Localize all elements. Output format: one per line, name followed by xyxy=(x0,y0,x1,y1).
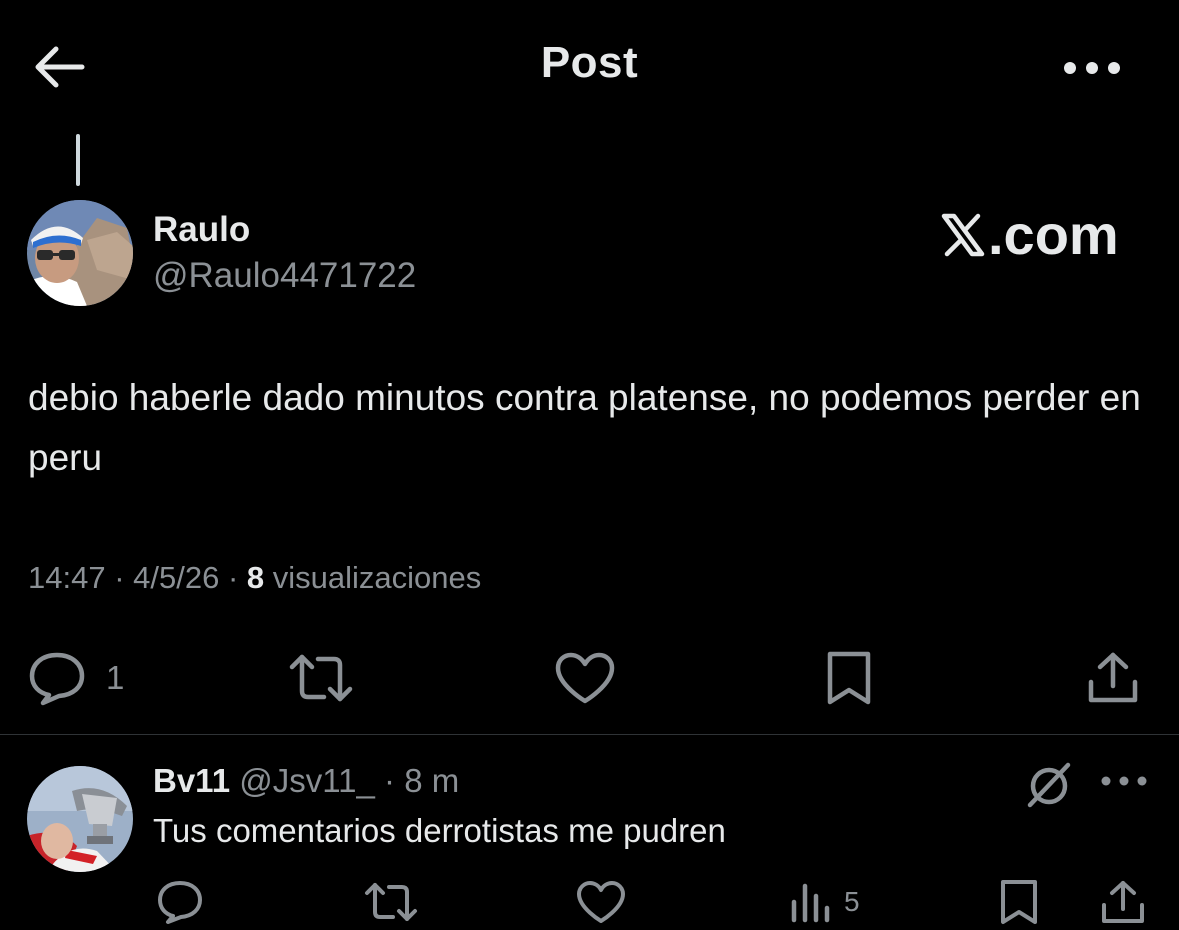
share-icon xyxy=(1102,881,1144,923)
reply-avatar[interactable] xyxy=(27,766,133,872)
repost-button[interactable] xyxy=(288,648,354,708)
more-horizontal-icon xyxy=(1101,776,1147,786)
grok-button[interactable] xyxy=(1022,758,1076,812)
more-horizontal-icon xyxy=(1064,62,1120,74)
bar-chart-icon xyxy=(791,883,830,923)
bookmark-icon xyxy=(827,651,871,705)
author-handle[interactable]: @Raulo4471722 xyxy=(153,256,416,296)
reply-separator: · xyxy=(374,762,405,799)
reply-header: Bv11 @Jsv11_ · 8 m xyxy=(153,762,459,800)
x-logo-icon xyxy=(941,213,985,256)
repost-icon xyxy=(365,883,417,921)
reply-like-button[interactable] xyxy=(576,877,626,927)
share-button[interactable] xyxy=(1086,648,1140,708)
repost-icon xyxy=(289,654,353,702)
x-com-watermark: .com xyxy=(940,202,1119,267)
reply-bubble-icon xyxy=(29,652,85,706)
more-options-button[interactable] xyxy=(1062,55,1128,85)
meta-separator: · xyxy=(219,560,247,595)
post-date: 4/5/26 xyxy=(133,560,220,595)
avatar[interactable] xyxy=(27,200,133,306)
views-label[interactable]: visualizaciones xyxy=(273,560,482,595)
bookmark-button[interactable] xyxy=(824,648,874,708)
reply-repost-button[interactable] xyxy=(364,877,418,927)
reply-views-button[interactable]: 5 xyxy=(790,877,860,927)
reply-reply-button[interactable] xyxy=(156,877,204,927)
reply-author-handle[interactable]: @Jsv11_ xyxy=(239,762,375,799)
reply-bookmark-button[interactable] xyxy=(998,877,1040,927)
meta-separator: · xyxy=(105,560,134,595)
like-button[interactable] xyxy=(554,648,616,708)
bookmark-icon xyxy=(1001,880,1037,924)
reply-more-button[interactable] xyxy=(1100,774,1150,794)
reply-views-count: 5 xyxy=(844,886,860,917)
grok-slash-circle-icon xyxy=(1027,762,1071,808)
heart-icon xyxy=(555,652,615,704)
reply-share-button[interactable] xyxy=(1100,877,1146,927)
watermark-text: .com xyxy=(988,203,1119,266)
post-meta: 14:47 · 4/5/26 · 8 visualizaciones xyxy=(28,560,481,596)
divider xyxy=(0,734,1179,735)
reply-bubble-icon xyxy=(158,881,202,924)
views-count: 8 xyxy=(246,560,265,595)
reply-time: 8 m xyxy=(404,762,460,799)
post-text: debio haberle dado minutos contra platen… xyxy=(28,377,1141,478)
post-time: 14:47 xyxy=(28,560,106,595)
reply-button[interactable]: 1 xyxy=(28,648,124,708)
share-icon xyxy=(1088,652,1138,703)
reply-author-name[interactable]: Bv11 xyxy=(153,762,230,799)
reply-count: 1 xyxy=(106,659,125,696)
thread-connector-line xyxy=(76,134,80,186)
heart-icon xyxy=(577,881,625,923)
author-name[interactable]: Raulo xyxy=(153,210,250,250)
reply-text: Tus comentarios derrotistas me pudren xyxy=(153,812,726,849)
page-title: Post xyxy=(540,38,639,87)
